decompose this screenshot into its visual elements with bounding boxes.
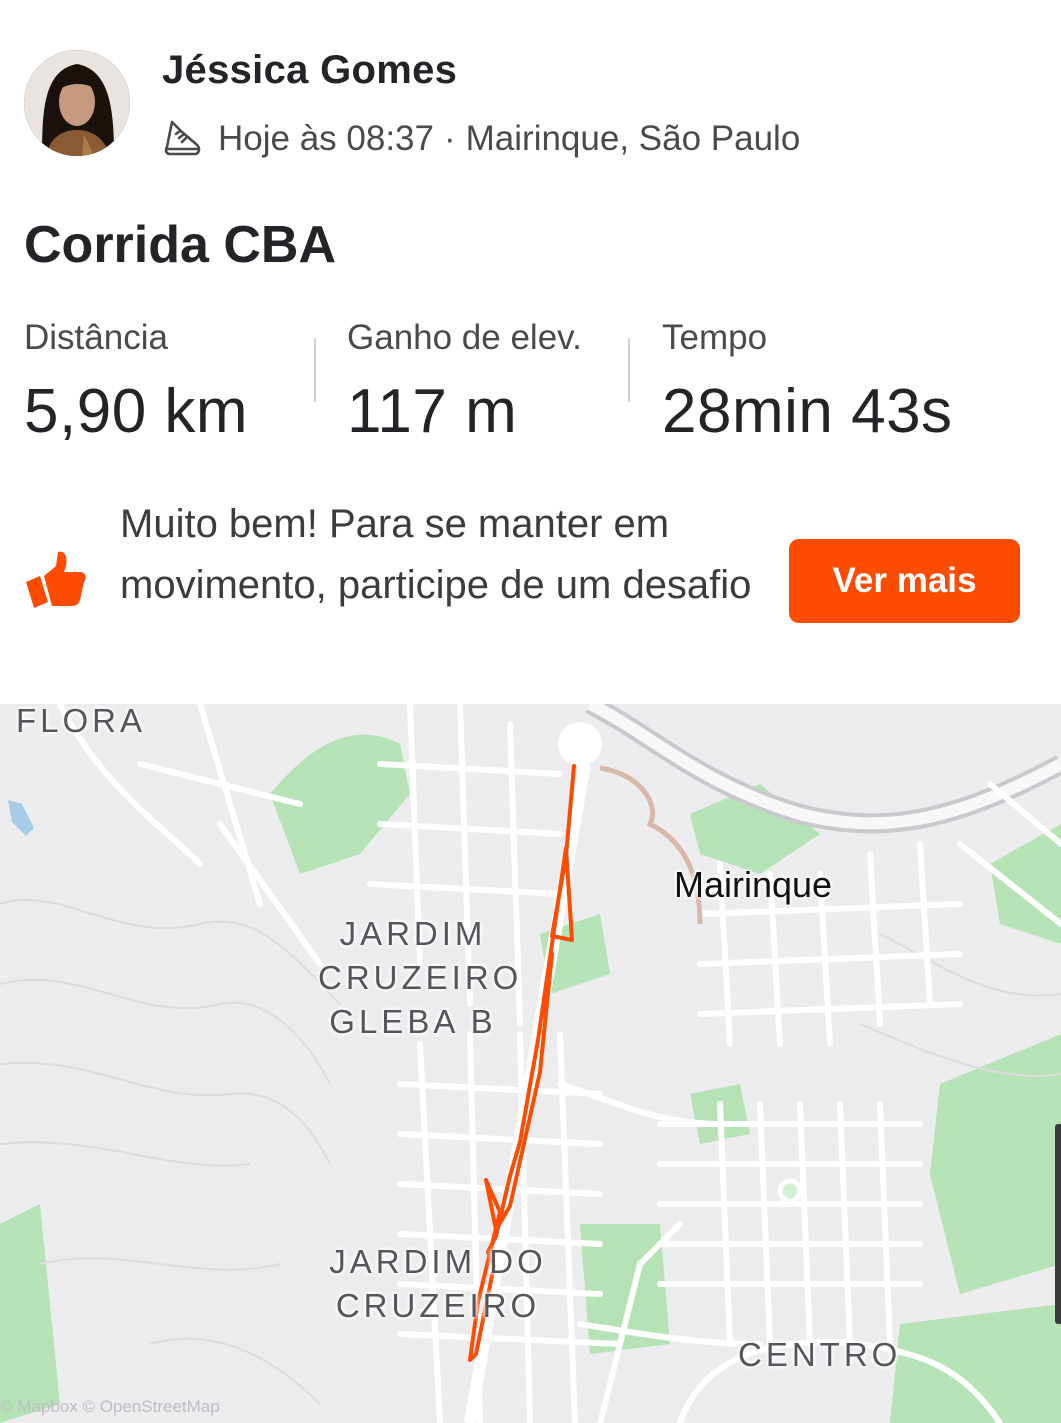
map-label-jardim-do-cruzeiro: JARDIM DO CRUZEIRO: [318, 1240, 558, 1328]
map-label-line: GLEBA B: [329, 1003, 497, 1040]
route-map[interactable]: FLORA JARDIM CRUZEIRO GLEBA B Mairinque …: [0, 704, 1061, 1423]
athlete-avatar[interactable]: [24, 50, 130, 156]
map-label-line: JARDIM DO: [329, 1243, 547, 1280]
map-label-flora: FLORA: [16, 704, 147, 739]
activity-stats: Distância 5,90 km Ganho de elev. 117 m T…: [0, 318, 1061, 458]
meta-separator: ·: [443, 119, 456, 158]
map-label-mairinque: Mairinque: [674, 864, 833, 905]
challenge-nudge: Muito bem! Para se manter em movimento, …: [0, 490, 1061, 680]
map-label-line: CRUZEIRO: [335, 1287, 541, 1324]
nudge-message: Muito bem! Para se manter em movimento, …: [120, 502, 752, 607]
see-more-button[interactable]: Ver mais: [789, 539, 1020, 623]
stat-distance-value: 5,90 km: [24, 377, 249, 446]
thumbs-up-icon: [24, 548, 88, 612]
scrollbar[interactable]: [1055, 1124, 1061, 1324]
athlete-name[interactable]: Jéssica Gomes: [162, 48, 457, 93]
map-label-line: CRUZEIRO: [318, 959, 523, 996]
stat-elevation: Ganho de elev. 117 m: [347, 318, 582, 458]
stat-divider: [314, 338, 316, 402]
stat-elevation-label: Ganho de elev.: [347, 318, 582, 357]
map-attribution[interactable]: © Mapbox © OpenStreetMap: [0, 1397, 220, 1417]
stat-time: Tempo 28min 43s: [662, 318, 953, 458]
activity-meta: Hoje às 08:37 · Mairinque, São Paulo: [162, 116, 800, 162]
map-label-centro: CENTRO: [738, 1336, 902, 1373]
stat-time-value: 28min 43s: [662, 377, 953, 446]
running-shoe-icon: [162, 118, 204, 160]
stat-divider: [628, 338, 630, 402]
activity-time: Hoje às 08:37: [218, 119, 434, 158]
stat-time-label: Tempo: [662, 318, 768, 357]
activity-location: Mairinque, São Paulo: [465, 119, 801, 158]
stat-distance-label: Distância: [24, 318, 168, 357]
map-label-jardim-cruzeiro-gleba-b: JARDIM CRUZEIRO GLEBA B: [318, 912, 523, 1044]
activity-title[interactable]: Corrida CBA: [24, 215, 336, 275]
map-label-line: JARDIM: [339, 915, 487, 952]
stat-distance: Distância 5,90 km: [24, 318, 248, 458]
activity-header: Jéssica Gomes Hoje às 08:37 · Mairinque,…: [0, 0, 1061, 200]
stat-elevation-value: 117 m: [347, 377, 518, 446]
